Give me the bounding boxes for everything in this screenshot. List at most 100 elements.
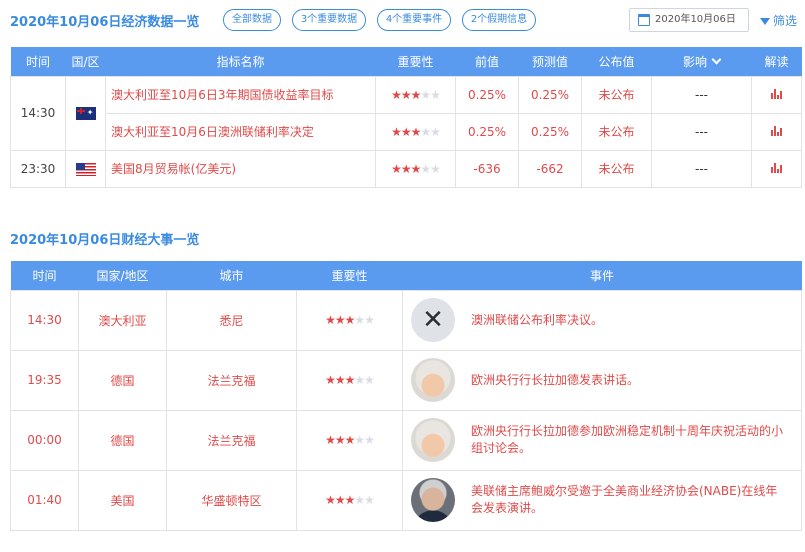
time-cell: 23:30 [10,149,66,188]
flag-cell [65,149,106,188]
analysis-cell[interactable] [751,149,802,188]
col-header-importance: 重要性 [296,261,403,290]
time-cell: 19:35 [10,349,79,411]
forecast-value: -662 [518,149,582,188]
importance-cell: ★★★★★ [296,289,403,351]
col-header-importance: 重要性 [375,47,456,76]
col-header-impact[interactable]: 影响 [651,47,752,76]
actual-value: 未公布 [581,149,652,188]
col-header-region: 国/区 [65,47,106,76]
table-row[interactable]: 14:30 澳大利亚至10月6日3年期国债收益率目标 ★★★★★ 0.25% 0… [10,75,802,151]
col-header-previous: 前值 [455,47,519,76]
importance-stars: ★★★★★ [391,124,441,139]
previous-value: 0.25% [455,112,519,151]
city-cell: 法兰克福 [166,409,297,471]
importance-cell: ★★★★★ [375,112,456,151]
event-text: 澳洲联储公布利率决议。 [471,312,604,327]
impact-value: --- [651,149,752,188]
section-title-events: 2020年10月06日财经大事一览 [10,233,200,248]
tab-important-data[interactable]: 3个重要数据 [292,9,366,31]
time-cell: 14:30 [10,75,66,151]
lagarde-avatar [411,358,455,402]
lagarde-avatar [411,418,455,462]
indicator-name[interactable]: 澳大利亚至10月6日澳洲联储利率决定 [105,112,376,151]
bar-chart-icon[interactable] [770,162,783,173]
event-text: 欧洲央行行长拉加德参加欧洲稳定机制十周年庆祝活动的小组讨论会。 [471,424,784,455]
col-header-indicator: 指标名称 [105,47,376,76]
importance-cell: ★★★★★ [296,409,403,471]
date-picker[interactable]: 2020年10月06日 [629,8,749,32]
filter-button[interactable]: 筛选 [760,12,797,29]
powell-avatar [411,478,455,522]
previous-value: -636 [455,149,519,188]
event-cell: 欧洲央行行长拉加德参加欧洲稳定机制十周年庆祝活动的小组讨论会。 [402,409,802,471]
analysis-cell[interactable] [751,112,802,151]
flag-cell [65,75,106,151]
tab-important-events[interactable]: 4个重要事件 [377,9,451,31]
importance-cell: ★★★★★ [296,469,403,531]
importance-stars: ★★★★★ [391,161,441,176]
filter-icon [760,18,770,25]
indicator-name[interactable]: 澳大利亚至10月6日3年期国债收益率目标 [105,75,376,114]
table-header-row: 时间 国家/地区 城市 重要性 事件 [10,261,802,290]
rba-logo-icon [411,298,455,342]
top-bar: 2020年10月06日经济数据一览 全部数据 3个重要数据 4个重要事件 2个假… [0,0,805,40]
indicator-name[interactable]: 美国8月贸易帐(亿美元) [105,149,376,188]
time-cell: 01:40 [10,469,79,531]
importance-cell: ★★★★★ [375,75,456,114]
table-header-row: 时间 国/区 指标名称 重要性 前值 预测值 公布值 影响 解读 [10,47,802,76]
importance-stars: ★★★★★ [325,433,375,447]
impact-value: --- [651,112,752,151]
previous-value: 0.25% [455,75,519,114]
tab-holidays[interactable]: 2个假期信息 [462,9,536,31]
calendar-icon [638,14,650,26]
event-text: 欧洲央行行长拉加德发表讲话。 [471,372,640,387]
city-cell: 悉尼 [166,289,297,351]
table-row[interactable]: 澳大利亚至10月6日澳洲联储利率决定 ★★★★★ 0.25% 0.25% 未公布… [11,112,802,151]
forecast-value: 0.25% [518,75,582,114]
country-cell: 美国 [78,469,167,531]
australia-flag-icon [75,107,96,120]
col-header-country: 国家/地区 [78,261,167,290]
table-row[interactable]: 14:30 澳大利亚 悉尼 ★★★★★ 澳洲联储公布利率决议。 [10,289,802,351]
economic-data-table: 时间 国/区 指标名称 重要性 前值 预测值 公布值 影响 解读 14:30 澳… [10,47,802,188]
actual-value: 未公布 [581,75,652,114]
col-header-forecast: 预测值 [518,47,582,76]
col-header-actual: 公布值 [581,47,652,76]
forecast-value: 0.25% [518,112,582,151]
importance-stars: ★★★★★ [391,87,441,102]
table-row[interactable]: 19:35 德国 法兰克福 ★★★★★ 欧洲央行行长拉加德发表讲话。 [10,349,802,411]
impact-label: 影响 [682,54,707,69]
importance-cell: ★★★★★ [375,149,456,188]
col-header-time: 时间 [10,261,79,290]
bar-chart-icon[interactable] [770,88,783,99]
event-cell: 美联储主席鲍威尔受邀于全美商业经济协会(NABE)在线年会发表演讲。 [402,469,802,531]
impact-value: --- [651,75,752,114]
city-cell: 华盛顿特区 [166,469,297,531]
table-row[interactable]: 01:40 美国 华盛顿特区 ★★★★★ 美联储主席鲍威尔受邀于全美商业经济协会… [10,469,802,531]
country-cell: 德国 [78,349,167,411]
time-cell: 14:30 [10,289,79,351]
actual-value: 未公布 [581,112,652,151]
country-cell: 德国 [78,409,167,471]
importance-stars: ★★★★★ [325,373,375,387]
date-value: 2020年10月06日 [655,14,736,25]
analysis-cell[interactable] [751,75,802,114]
section-title-data: 2020年10月06日经济数据一览 [10,15,200,30]
tab-all-data[interactable]: 全部数据 [223,9,281,31]
table-row[interactable]: 23:30 美国8月贸易帐(亿美元) ★★★★★ -636 -662 未公布 -… [10,149,802,188]
chevron-down-icon [711,54,722,65]
col-header-event: 事件 [402,261,802,290]
table-row[interactable]: 00:00 德国 法兰克福 ★★★★★ 欧洲央行行长拉加德参加欧洲稳定机制十周年… [10,409,802,471]
filter-label: 筛选 [773,14,798,28]
event-text: 美联储主席鲍威尔受邀于全美商业经济协会(NABE)在线年会发表演讲。 [471,484,778,515]
usa-flag-icon [75,162,96,176]
importance-stars: ★★★★★ [325,493,375,507]
event-cell: 澳洲联储公布利率决议。 [402,289,802,351]
col-header-time: 时间 [10,47,66,76]
event-cell: 欧洲央行行长拉加德发表讲话。 [402,349,802,411]
bar-chart-icon[interactable] [770,125,783,136]
importance-cell: ★★★★★ [296,349,403,411]
col-header-analysis: 解读 [751,47,802,76]
importance-stars: ★★★★★ [325,313,375,327]
